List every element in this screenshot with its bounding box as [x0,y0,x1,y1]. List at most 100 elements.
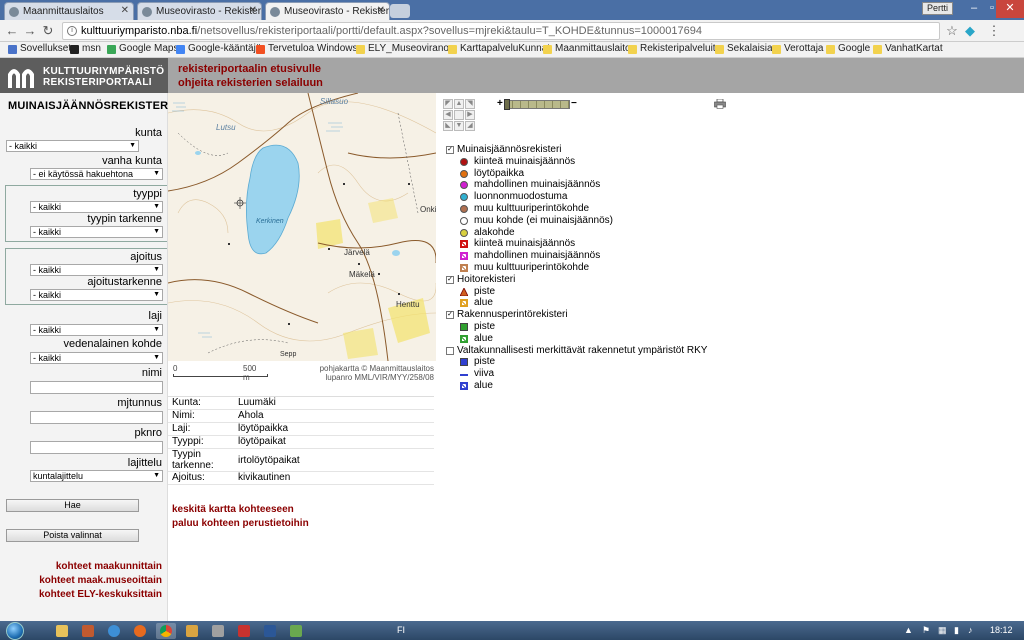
clock[interactable]: 18:12 [990,625,1013,635]
close-tab-icon[interactable]: ✕ [377,5,385,16]
close-tab-icon[interactable]: ✕ [249,5,257,16]
forward-icon[interactable]: → [22,23,38,39]
help-link[interactable]: ohjeita rekisterien selailuun [178,76,323,90]
firefox-icon[interactable] [130,623,150,639]
red-area-icon [460,240,468,249]
reload-icon[interactable]: ↻ [40,23,56,39]
new-tab-button[interactable] [390,4,410,18]
bookmark-item[interactable]: Google-kääntäjä [176,43,261,54]
kunta-select[interactable]: - kaikki ▼ [6,140,139,152]
pknro-input[interactable] [30,441,163,454]
browser-tab-3[interactable]: Museovirasto - Rekisteri ✕ [265,2,390,20]
ie-icon[interactable] [104,623,124,639]
mjtunnus-input[interactable] [30,411,163,424]
profile-button[interactable]: Pertti [922,2,954,15]
browser-tab-2[interactable]: Museovirasto - Rekister ✕ [137,2,262,20]
flag-icon[interactable]: ⚑ [922,625,930,636]
browser-tab-1[interactable]: Maanmittauslaitos ✕ [4,2,134,20]
bookmark-item[interactable]: ELY_Museoviranom [356,43,457,54]
pan-northeast-icon[interactable]: ◥ [465,99,475,109]
lajittelu-select[interactable]: kuntalajittelu ▼ [30,470,163,482]
legend-layer-hoito[interactable]: ✓ Hoitorekisteri [446,274,746,286]
nimi-input[interactable] [30,381,163,394]
bookmark-label: Rekisteripalveluita [640,43,722,54]
bookmark-item[interactable]: VanhatKartat [873,43,943,54]
site-logo[interactable]: KULTTUURIYMPÄRISTÖ REKISTERIPORTAALI [0,58,168,93]
pan-north-icon[interactable]: ▲ [454,99,464,109]
zoom-handle[interactable] [504,99,510,110]
bookmark-item[interactable]: msn [70,43,101,54]
pan-southeast-icon[interactable]: ◢ [465,121,475,131]
tray-chevron-icon[interactable]: ▲ [904,625,913,635]
bookmark-item[interactable]: Tervetuloa Windows [256,43,357,54]
language-indicator[interactable]: FI [397,625,405,635]
bookmark-item[interactable]: KarttapalveluKunnat [448,43,550,54]
app-icon[interactable] [208,623,228,639]
explorer-icon[interactable] [52,623,72,639]
bookmark-star-icon[interactable]: ☆ [944,23,960,39]
bookmark-item[interactable]: Google [826,43,870,54]
bookmark-item[interactable]: Verottaja [772,43,823,54]
info-icon[interactable]: i [67,26,77,36]
layer-checkbox[interactable]: ✓ [446,275,454,284]
vedenalainen-select[interactable]: - kaikki ▼ [30,352,163,364]
print-icon[interactable] [714,99,726,109]
volume-icon[interactable]: ♪ [968,625,973,635]
home-link[interactable]: rekisteriportaalin etusivulle [178,62,323,76]
bookmark-item[interactable]: Sekalaisia [715,43,773,54]
back-icon[interactable]: ← [4,23,20,39]
legend-layer-rakennus[interactable]: ✓ Rakennusperintörekisteri [446,309,746,321]
layer-checkbox[interactable]: ✓ [446,311,454,320]
back-to-basic-info-link[interactable]: paluu kohteen perustietoihin [172,517,309,531]
pan-southwest-icon[interactable]: ◣ [443,121,453,131]
legend-layer-rky[interactable]: Valtakunnallisesti merkittävät rakennetu… [446,345,746,357]
pan-west-icon[interactable]: ◀ [443,110,453,120]
by-museum-link[interactable]: kohteet maak.museoittain [39,574,162,588]
close-tab-icon[interactable]: ✕ [121,5,129,16]
mail-icon[interactable] [182,623,202,639]
extension-icon[interactable]: ◆ [962,23,978,39]
zoom-track[interactable] [504,100,570,109]
tyyppi-group: tyyppi - kaikki ▼ tyypin tarkenne - kaikk… [5,185,167,242]
pdf-icon[interactable] [234,623,254,639]
pan-northwest-icon[interactable]: ◤ [443,99,453,109]
by-region-link[interactable]: kohteet maakunnittain [39,560,162,574]
search-button[interactable]: Hae [6,499,139,512]
url-field[interactable]: i kulttuuriymparisto.nba.fi/netsovellus/… [62,22,940,40]
paint-icon[interactable] [286,623,306,639]
ajoitus-select[interactable]: - kaikki ▼ [30,264,163,276]
ajoitustarkenne-select[interactable]: - kaikki ▼ [30,289,163,301]
layer-checkbox[interactable]: ✓ [446,146,454,154]
tyypin-tarkenne-select[interactable]: - kaikki ▼ [30,226,163,238]
bookmark-item[interactable]: Google Maps [107,43,178,54]
close-window-icon[interactable]: ✕ [996,0,1024,18]
chrome-icon[interactable] [156,623,176,639]
vanha-kunta-select[interactable]: - ei käytössä hakuehtona ▼ [30,168,163,180]
center-map-link[interactable]: keskitä kartta kohteeseen [172,503,309,517]
word-icon[interactable] [260,623,280,639]
legend-layer-muinais[interactable]: ✓ Muinaisjäännösrekisteri [446,144,746,156]
layer-label: Valtakunnallisesti merkittävät rakennetu… [457,344,708,356]
signal-icon[interactable]: ▮ [954,625,959,636]
pan-center-icon[interactable] [454,110,464,120]
map-view[interactable]: Sillasuo Lutsu Kerkinen Järvelä Mäkelä H… [168,93,436,361]
clear-selections-button[interactable]: Poista valinnat [6,529,139,542]
zoom-out-icon[interactable]: − [571,98,577,109]
pan-east-icon[interactable]: ▶ [465,110,475,120]
by-ely-link[interactable]: kohteet ELY-keskuksittain [39,588,162,602]
bookmark-item[interactable]: Maanmittauslaitos [543,43,636,54]
bookmark-item[interactable]: Rekisteripalveluita [628,43,721,54]
network-icon[interactable]: ▦ [938,625,947,636]
folder-icon [448,45,457,54]
menu-icon[interactable]: ⋮ [986,23,1002,39]
info-key: Nimi: [172,410,195,421]
start-button[interactable] [6,622,24,640]
laji-select[interactable]: - kaikki ▼ [30,324,163,336]
pan-south-icon[interactable]: ▼ [454,121,464,131]
tyyppi-select[interactable]: - kaikki ▼ [30,201,163,213]
layer-checkbox[interactable] [446,346,454,355]
bookmark-item[interactable]: Sovellukset [8,43,71,54]
zoom-in-icon[interactable]: + [497,98,503,109]
media-icon[interactable] [78,623,98,639]
zoom-slider[interactable]: + − [497,98,577,111]
